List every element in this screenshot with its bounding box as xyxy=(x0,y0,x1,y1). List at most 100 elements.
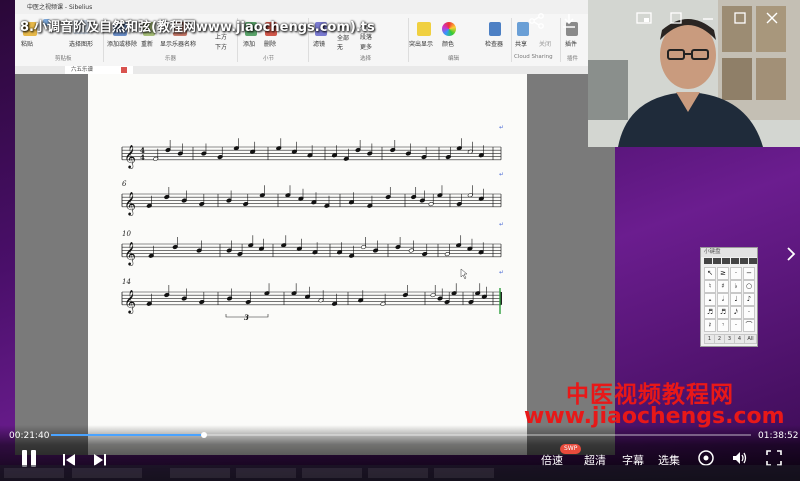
previous-button[interactable] xyxy=(62,452,76,466)
taskbar-item[interactable] xyxy=(72,468,142,478)
keypad-toolbar-icon[interactable] xyxy=(749,258,757,264)
keypad-key[interactable]: 𝄾 xyxy=(717,319,729,332)
treble-clef: 𝄞 xyxy=(124,191,136,216)
below-button[interactable]: 下方 xyxy=(215,42,227,51)
keypad-toolbar-icon[interactable] xyxy=(704,258,712,264)
chevron-right-icon[interactable] xyxy=(786,246,796,266)
taskbar-item[interactable] xyxy=(302,468,362,478)
picture-in-picture-icon[interactable] xyxy=(636,10,652,26)
group-plugins: 插件 xyxy=(567,56,579,62)
add-staves-button[interactable]: 添加或移除 xyxy=(107,39,137,48)
delete-bar-button[interactable]: 删除 xyxy=(264,39,276,48)
share-button[interactable]: 共享 xyxy=(515,39,527,48)
keypad-key[interactable]: · xyxy=(743,306,755,319)
score-svg: 𝄞 44↵𝄞6↵𝄞10↵𝄞14↵3 xyxy=(121,124,504,322)
measure-number: 14 xyxy=(122,278,131,286)
keypad-key[interactable]: ♭ xyxy=(730,280,742,293)
minimize-icon[interactable] xyxy=(700,10,716,26)
progress-fill xyxy=(51,434,205,436)
inspector-icon[interactable] xyxy=(489,22,501,36)
add-bar-button[interactable]: 添加 xyxy=(243,39,255,48)
speed-badge: SWP xyxy=(560,444,582,454)
keypad-key[interactable]: 𝅘𝅥𝅯 xyxy=(730,306,742,319)
keypad-layout-tab[interactable]: All xyxy=(744,334,757,344)
taskbar-item[interactable] xyxy=(170,468,230,478)
keypad-key[interactable]: 𝅗𝅥 xyxy=(717,293,729,306)
keypad-toolbar-icon[interactable] xyxy=(713,258,721,264)
system-break-marker: ↵ xyxy=(499,269,504,276)
keypad-key[interactable]: ≥ xyxy=(717,267,729,280)
share-icon[interactable] xyxy=(528,12,546,30)
highlight-button[interactable]: 突出显示 xyxy=(409,39,433,48)
color-icon[interactable] xyxy=(442,22,456,36)
color-button[interactable]: 颜色 xyxy=(442,39,454,48)
keypad-key[interactable]: ♮ xyxy=(704,280,716,293)
score-page[interactable]: 𝄞 4 4 ↵ 𝄞 6 ↵ 𝄞 10 ↵ 𝄞 14 ↵ 3 xyxy=(88,74,527,455)
keypad-key[interactable]: · xyxy=(730,319,742,332)
keypad-key[interactable]: ↖ xyxy=(704,267,716,280)
group-edit: 编辑 xyxy=(448,56,460,62)
document-tab[interactable]: 六五乐谱 xyxy=(65,66,133,74)
measure-number: 6 xyxy=(122,180,127,188)
group-instruments: 乐器 xyxy=(165,56,177,62)
filter-button[interactable]: 滤镜 xyxy=(313,39,325,48)
select-button[interactable]: 选择图形 xyxy=(69,39,93,48)
system-break-marker: ↵ xyxy=(499,124,504,131)
sibelius-window: 中医之视频课 - Sibelius 粘贴 复制 选择图形 剪贴板 添加或移除 重… xyxy=(15,0,615,455)
taskbar-item[interactable] xyxy=(434,468,494,478)
time-signature-bottom: 4 xyxy=(140,153,145,162)
show-instrument-button[interactable]: 显示乐器名称 xyxy=(160,39,196,48)
system-break-marker: ↵ xyxy=(499,171,504,178)
maximize-icon[interactable] xyxy=(732,10,748,26)
paste-button[interactable]: 粘贴 xyxy=(21,39,33,48)
group-cloud-sharing: Cloud Sharing xyxy=(514,54,553,60)
keypad-title: 小键盘 xyxy=(701,248,757,257)
keypad-key[interactable]: ♪ xyxy=(743,293,755,306)
treble-clef: 𝄞 xyxy=(124,289,136,314)
keypad-key[interactable]: − xyxy=(743,267,755,280)
highlight-icon[interactable] xyxy=(417,22,431,36)
close-share-button[interactable]: 关闭 xyxy=(539,39,551,48)
system-break-marker: ↵ xyxy=(499,221,504,228)
group-clipboard: 剪贴板 xyxy=(55,56,72,62)
mini-window-icon[interactable] xyxy=(668,10,684,26)
keypad-key[interactable]: ♩ xyxy=(730,293,742,306)
screen: 中医之视频课 - Sibelius 粘贴 复制 选择图形 剪贴板 添加或移除 重… xyxy=(0,0,800,481)
keypad-toolbar-icon[interactable] xyxy=(722,258,730,264)
none-button[interactable]: 无 xyxy=(337,42,343,51)
group-bars: 小节 xyxy=(263,56,275,62)
document-tab-label: 六五乐谱 xyxy=(71,67,94,73)
plugins-button[interactable]: 插件 xyxy=(565,39,577,48)
next-button[interactable] xyxy=(93,452,107,466)
inspector-button[interactable]: 检查器 xyxy=(485,39,503,48)
keypad-key[interactable]: ♯ xyxy=(717,280,729,293)
reset-button[interactable]: 重新 xyxy=(141,39,153,48)
score-gutter-left xyxy=(15,74,88,455)
taskbar-item[interactable] xyxy=(368,468,428,478)
keypad-key[interactable]: ○ xyxy=(743,280,755,293)
keypad-key[interactable]: · xyxy=(730,267,742,280)
taskbar-item[interactable] xyxy=(4,468,64,478)
document-tabbar: 六五乐谱 xyxy=(15,66,615,74)
keypad-key[interactable]: ♬ xyxy=(704,306,716,319)
more-button[interactable]: 更多 xyxy=(360,42,372,51)
close-tab-icon[interactable] xyxy=(120,66,127,73)
keypad-key[interactable]: ♬ xyxy=(717,306,729,319)
keypad-toolbar-icon[interactable] xyxy=(740,258,748,264)
current-time: 00:21:40 xyxy=(9,431,50,441)
tuplet-number: 3 xyxy=(244,313,249,322)
progress-knob[interactable] xyxy=(201,432,208,438)
video-title: 8.小调音阶及自然和弦(教程网www.jiaochengs.com).ts xyxy=(20,20,375,35)
taskbar-item[interactable] xyxy=(236,468,296,478)
keypad-key[interactable]: 𝅝 xyxy=(704,293,716,306)
window-title: 中医之视频课 - Sibelius xyxy=(27,4,93,11)
mouse-pointer-icon xyxy=(460,268,468,280)
keypad-key[interactable]: ⌒ xyxy=(743,319,755,332)
treble-clef: 𝄞 xyxy=(124,144,136,169)
progress-bar[interactable] xyxy=(51,432,751,438)
keypad-panel: 小键盘 ↖ ≥ · − ♮ ♯ ♭ ○ 𝅝 𝅗𝅥 ♩ ♪ ♬ ♬ 𝅘𝅥𝅯 · 𝄽 𝄾 · ⌒ 1 2 3 4 All xyxy=(700,247,758,347)
download-icon[interactable] xyxy=(560,12,578,30)
close-icon[interactable] xyxy=(764,10,780,26)
keypad-toolbar-icon[interactable] xyxy=(731,258,739,264)
keypad-key[interactable]: 𝄽 xyxy=(704,319,716,332)
